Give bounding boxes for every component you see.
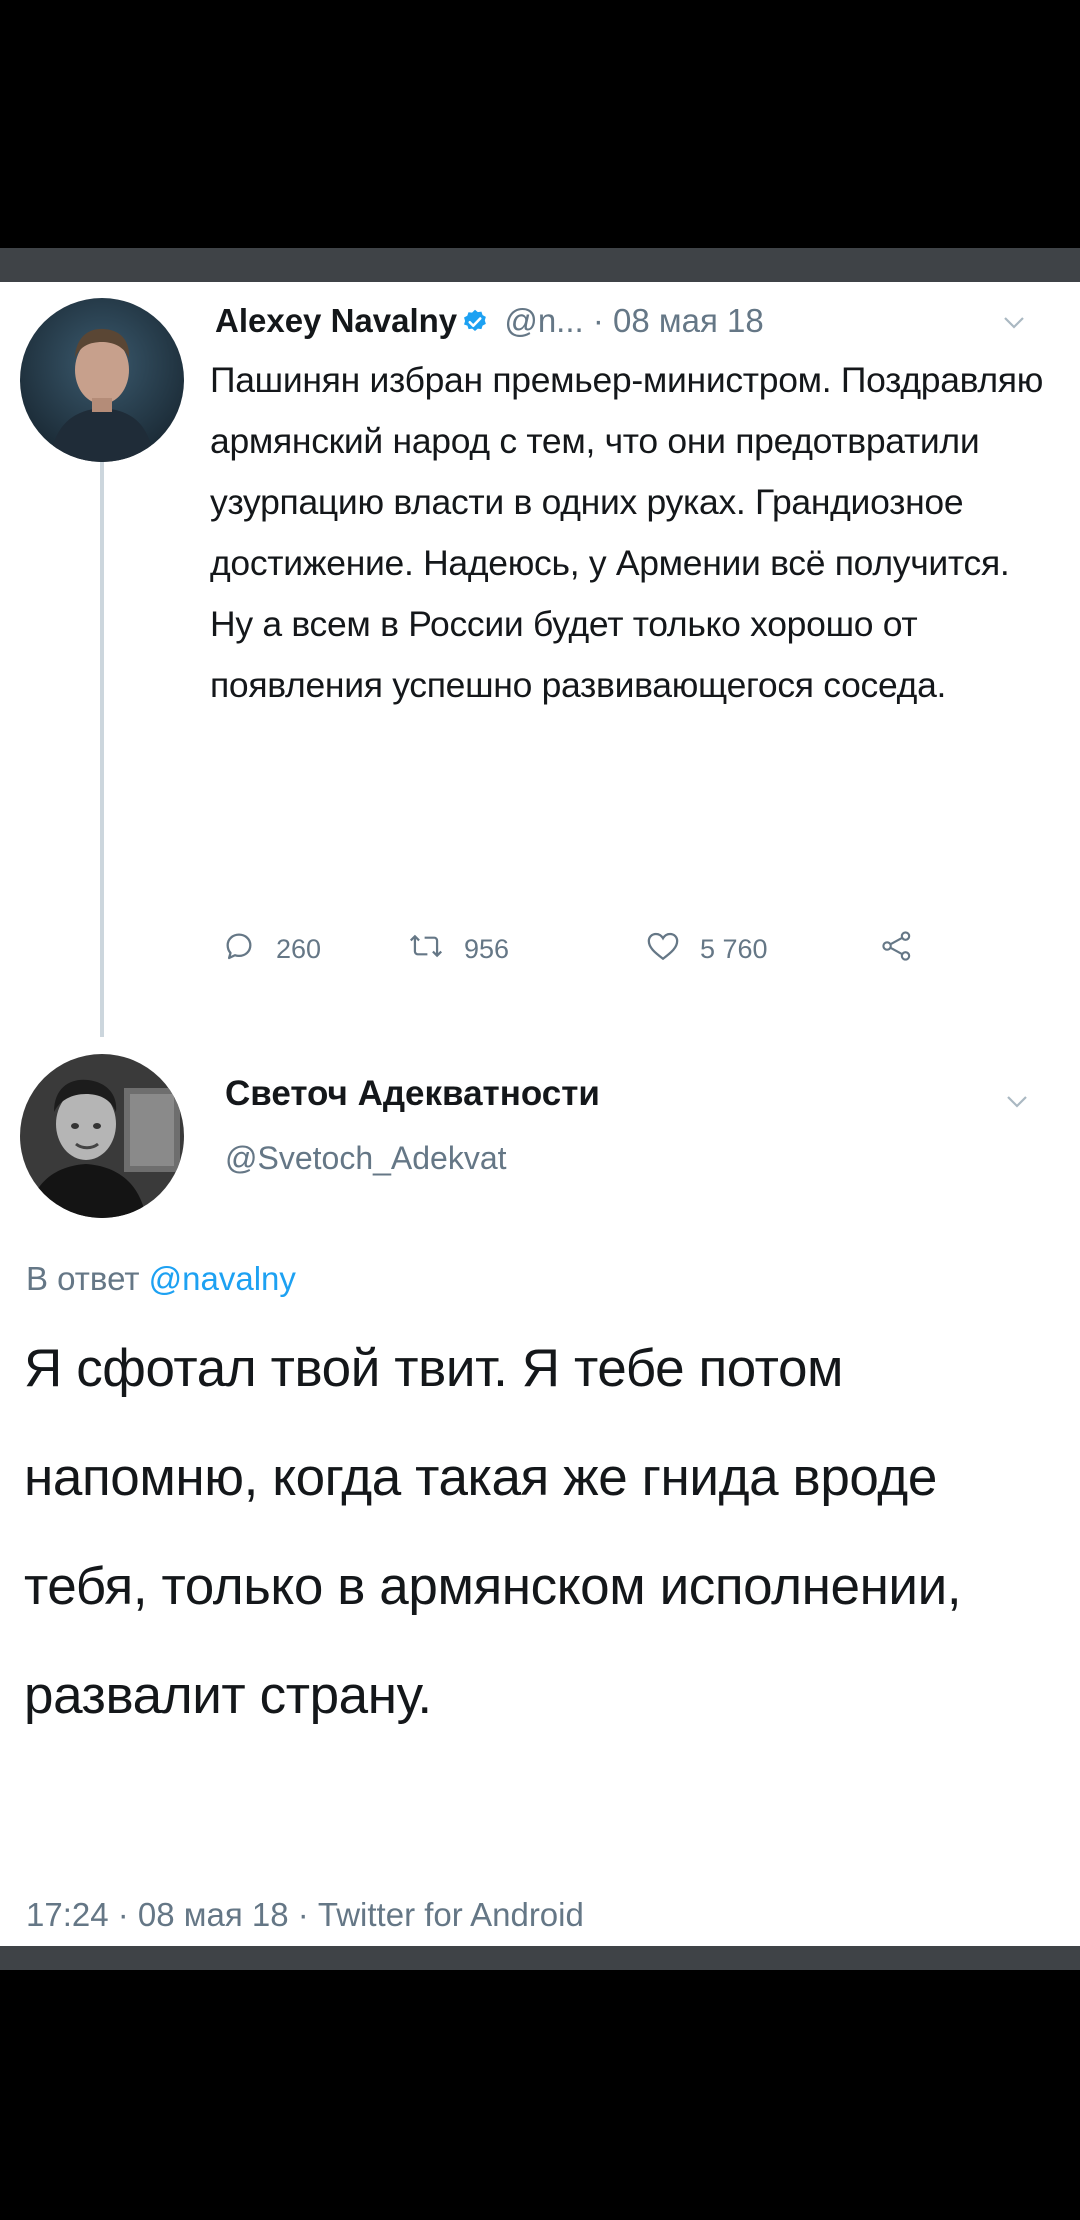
like-button[interactable]: 5 760 <box>646 927 768 971</box>
navalny-avatar[interactable] <box>20 298 184 462</box>
bottom-gray-strip <box>0 1946 1080 1970</box>
svetoch-avatar[interactable] <box>20 1054 184 1218</box>
share-button[interactable] <box>880 927 934 971</box>
reply-button[interactable]: 260 <box>222 927 321 971</box>
share-icon <box>880 929 934 970</box>
thread-line <box>100 462 104 1037</box>
reply-count: 260 <box>276 933 322 964</box>
tweet-header: Alexey Navalny @n... · 08 мая 18 <box>215 302 764 344</box>
tweet-card: Alexey Navalny @n... · 08 мая 18 Пашинян… <box>0 282 1080 1946</box>
tweet-actions: 260 956 5 760 <box>222 927 962 971</box>
like-icon <box>646 930 700 969</box>
top-gray-strip <box>0 248 1080 282</box>
top-black-band <box>0 0 1080 248</box>
author-name[interactable]: Alexey Navalny <box>215 302 457 339</box>
tweet-text: Пашинян избран премьер-министром. Поздра… <box>210 360 1044 705</box>
reply-meta: 17:24 · 08 мая 18 · Twitter for Android <box>26 1896 584 1933</box>
retweet-icon <box>408 929 464 970</box>
reply-to-line: В ответ @navalny <box>26 1260 296 1298</box>
chevron-down-icon[interactable] <box>1006 1095 1028 1114</box>
bottom-black-band <box>0 1970 1080 2220</box>
reply-to-label: В ответ <box>26 1260 140 1297</box>
reply-to-handle-link[interactable]: @navalny <box>149 1260 296 1297</box>
reply-icon <box>222 929 276 970</box>
reply-author-handle[interactable]: @Svetoch_Adekvat <box>225 1140 507 1177</box>
separator: · <box>592 302 604 339</box>
reply-author-name[interactable]: Светоч Адекватности <box>225 1074 600 1114</box>
verified-badge-icon <box>461 306 489 344</box>
retweet-button[interactable]: 956 <box>408 927 509 971</box>
reply-text: Я сфотал твой твит. Я тебе потом напомню… <box>24 1339 962 1725</box>
author-handle[interactable]: @n... <box>504 302 583 339</box>
retweet-count: 956 <box>464 933 510 964</box>
chevron-down-icon[interactable] <box>1003 316 1025 335</box>
like-count: 5 760 <box>700 933 768 964</box>
tweet-date[interactable]: 08 мая 18 <box>613 302 764 339</box>
